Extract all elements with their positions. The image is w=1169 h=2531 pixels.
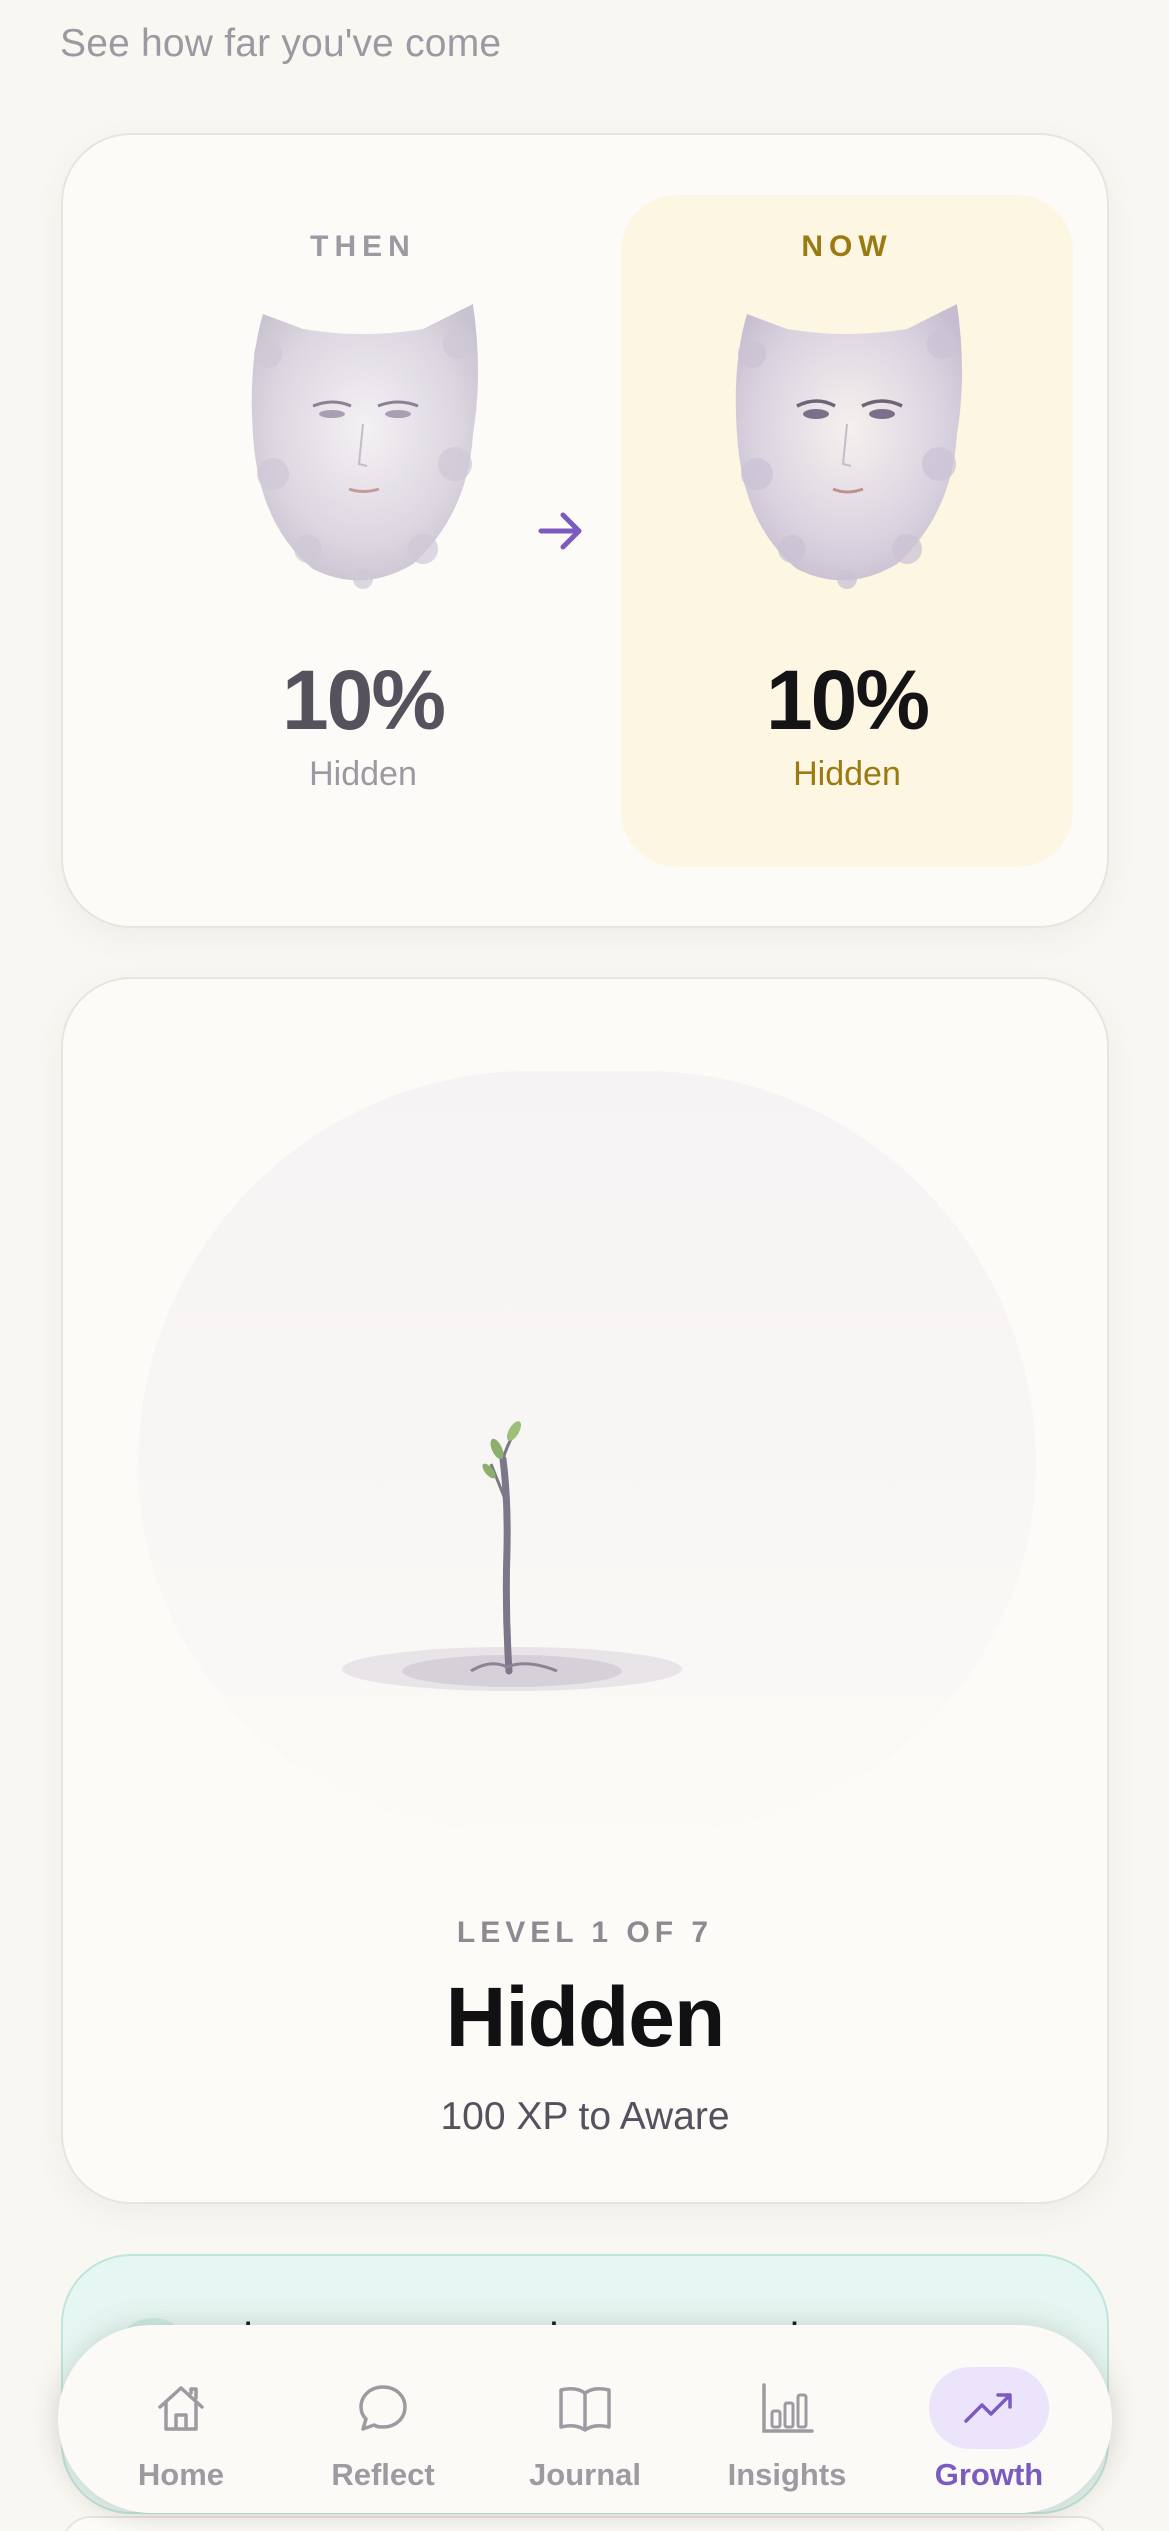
then-column: THEN 10% Hidden xyxy=(137,195,589,867)
arrow-right-icon xyxy=(538,512,582,550)
nav-item-insights[interactable]: Insights xyxy=(692,2339,882,2499)
next-card xyxy=(61,2516,1109,2531)
nav-label-reflect: Reflect xyxy=(331,2457,435,2492)
trending-up-icon xyxy=(929,2367,1049,2449)
level-title: Hidden xyxy=(445,1970,726,2064)
page-subtitle: See how far you've come xyxy=(60,22,502,65)
level-label: LEVEL 1 OF 7 xyxy=(456,1916,714,1949)
home-icon xyxy=(121,2367,241,2449)
progress-comparison-card: THEN 10% Hidden NOW 10% Hidden xyxy=(61,133,1109,928)
nav-item-journal[interactable]: Journal xyxy=(490,2339,680,2499)
growth-screen: See how far you've come THEN 10% Hidden … xyxy=(0,0,1169,2531)
bottom-nav: Home Reflect Journal Insights Growth xyxy=(58,2325,1112,2513)
then-label: THEN xyxy=(310,230,416,263)
nav-label-home: Home xyxy=(137,2457,225,2492)
level-card: LEVEL 1 OF 7 Hidden 100 XP to Aware xyxy=(61,977,1109,2204)
now-column: NOW 10% Hidden xyxy=(621,195,1073,867)
nav-item-reflect[interactable]: Reflect xyxy=(288,2339,478,2499)
nav-label-insights: Insights xyxy=(727,2457,847,2492)
now-label: NOW xyxy=(801,230,893,263)
then-stage: Hidden xyxy=(309,755,417,793)
nav-label-journal: Journal xyxy=(529,2457,641,2492)
then-mask-face-image xyxy=(251,304,478,589)
now-mask-face-image xyxy=(735,304,962,589)
now-percent: 10% xyxy=(765,653,930,747)
then-percent: 10% xyxy=(281,653,446,747)
chat-bubble-icon xyxy=(323,2367,443,2449)
bar-chart-icon xyxy=(727,2367,847,2449)
xp-to-next-level: 100 XP to Aware xyxy=(440,2095,730,2138)
nav-item-growth[interactable]: Growth xyxy=(894,2339,1084,2499)
sapling-illustration xyxy=(342,1421,682,1691)
now-stage: Hidden xyxy=(793,755,901,793)
nav-item-home[interactable]: Home xyxy=(86,2339,276,2499)
nav-label-growth: Growth xyxy=(934,2457,1044,2492)
book-icon xyxy=(525,2367,645,2449)
